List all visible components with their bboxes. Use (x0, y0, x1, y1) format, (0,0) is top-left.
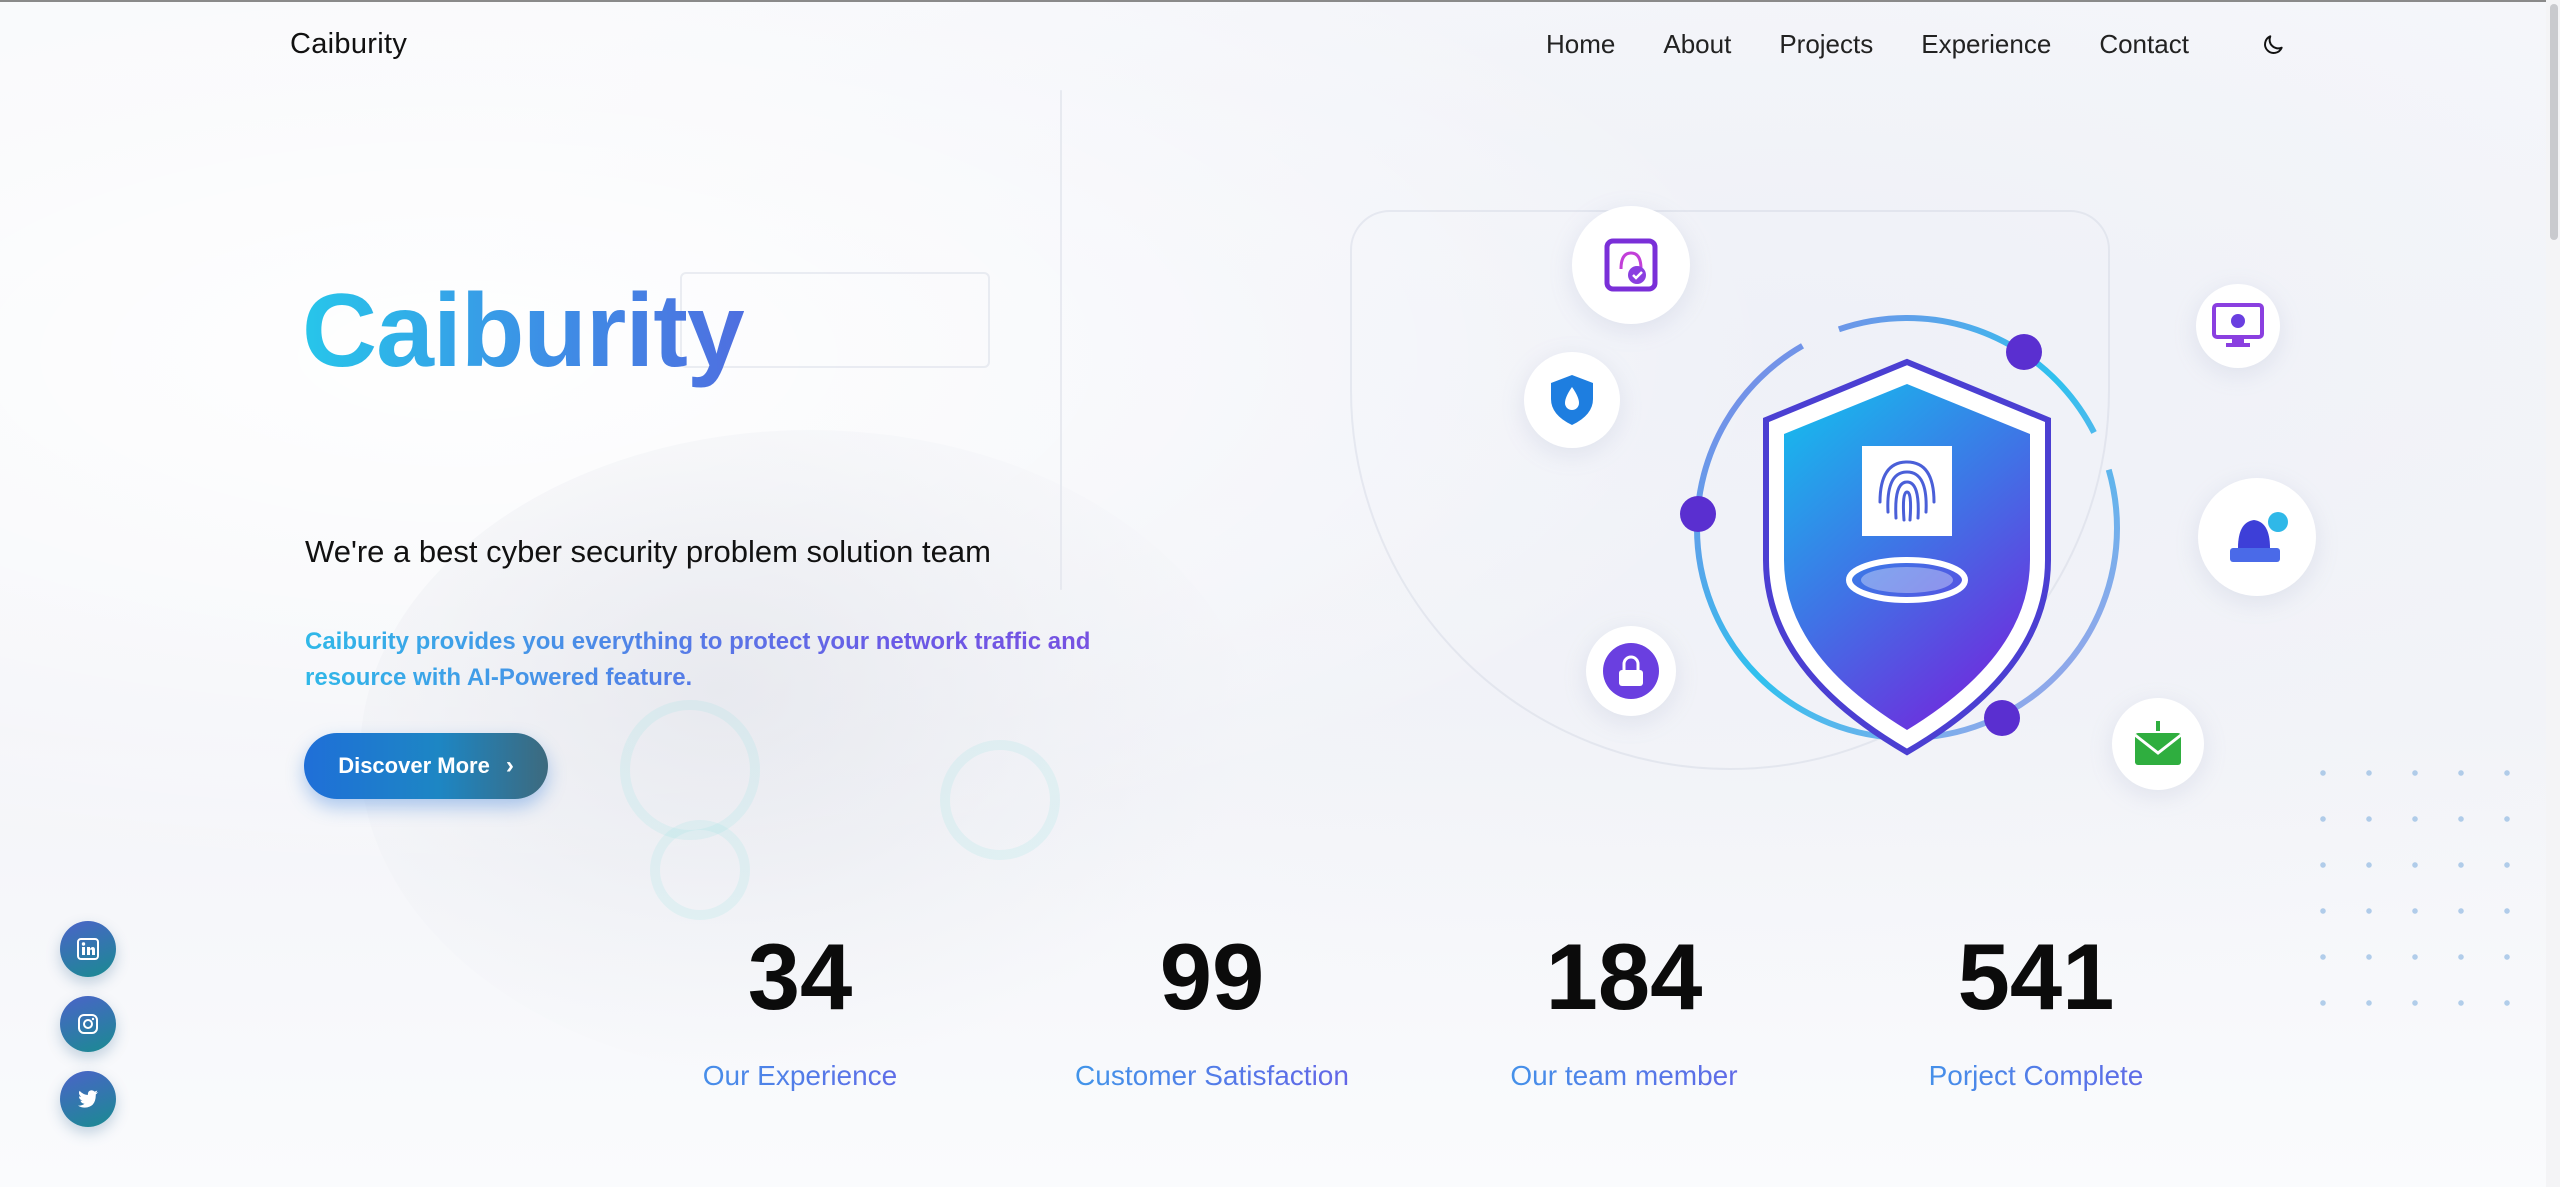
discover-more-label: Discover More (338, 753, 490, 778)
stat-value: 99 (1159, 924, 1265, 1029)
site-logo[interactable]: Caiburity (290, 28, 407, 61)
background-ring (620, 700, 760, 840)
linkedin-icon (77, 938, 99, 960)
hero-subtitle: We're a best cyber security problem solu… (305, 534, 991, 569)
nav-experience[interactable]: Experience (1921, 29, 2051, 60)
stat-value: 541 (1957, 924, 2115, 1029)
instagram-icon (78, 1014, 98, 1034)
discover-more-button[interactable]: Discover More › (304, 733, 548, 799)
window-top-border (0, 0, 2560, 2)
stat-projects: 541 Porject Complete (1836, 930, 2236, 1092)
main-nav: Home About Projects Experience Contact (1546, 29, 2189, 60)
twitter-button[interactable] (60, 1071, 116, 1127)
background-ring (650, 820, 750, 920)
chevron-right-icon: › (505, 752, 514, 779)
fingerprint-lock-icon (1572, 206, 1690, 324)
nav-projects[interactable]: Projects (1779, 29, 1873, 60)
stat-label: Our Experience (600, 1060, 1000, 1092)
stat-value: 184 (1545, 924, 1703, 1029)
linkedin-button[interactable] (60, 921, 116, 977)
instagram-button[interactable] (60, 996, 116, 1052)
mail-alert-icon (2112, 698, 2204, 790)
hacker-icon (2198, 478, 2316, 596)
nav-about[interactable]: About (1663, 29, 1731, 60)
site-header: Caiburity Home About Projects Experience… (0, 0, 2546, 90)
moon-icon[interactable] (2260, 32, 2286, 58)
nav-home[interactable]: Home (1546, 29, 1615, 60)
lock-keypad-icon (1586, 626, 1676, 716)
page-scrollbar[interactable] (2546, 0, 2560, 1187)
hero-description: Caiburity provides you everything to pro… (305, 624, 1145, 696)
hero-title: Caiburity (302, 273, 745, 389)
twitter-icon (78, 1090, 98, 1108)
stat-team: 184 Our team member (1424, 930, 1824, 1092)
stat-label: Porject Complete (1836, 1060, 2236, 1092)
virus-monitor-icon (2196, 284, 2280, 368)
nav-contact[interactable]: Contact (2099, 29, 2189, 60)
water-shield-icon (1524, 352, 1620, 448)
background-ring (940, 740, 1060, 860)
scrollbar-thumb[interactable] (2550, 4, 2558, 240)
stat-label: Customer Satisfaction (1012, 1060, 1412, 1092)
stat-experience: 34 Our Experience (600, 930, 1000, 1092)
stat-value: 34 (747, 924, 853, 1029)
stat-satisfaction: 99 Customer Satisfaction (1012, 930, 1412, 1092)
security-illustration (1500, 140, 2380, 820)
stat-label: Our team member (1424, 1060, 1824, 1092)
